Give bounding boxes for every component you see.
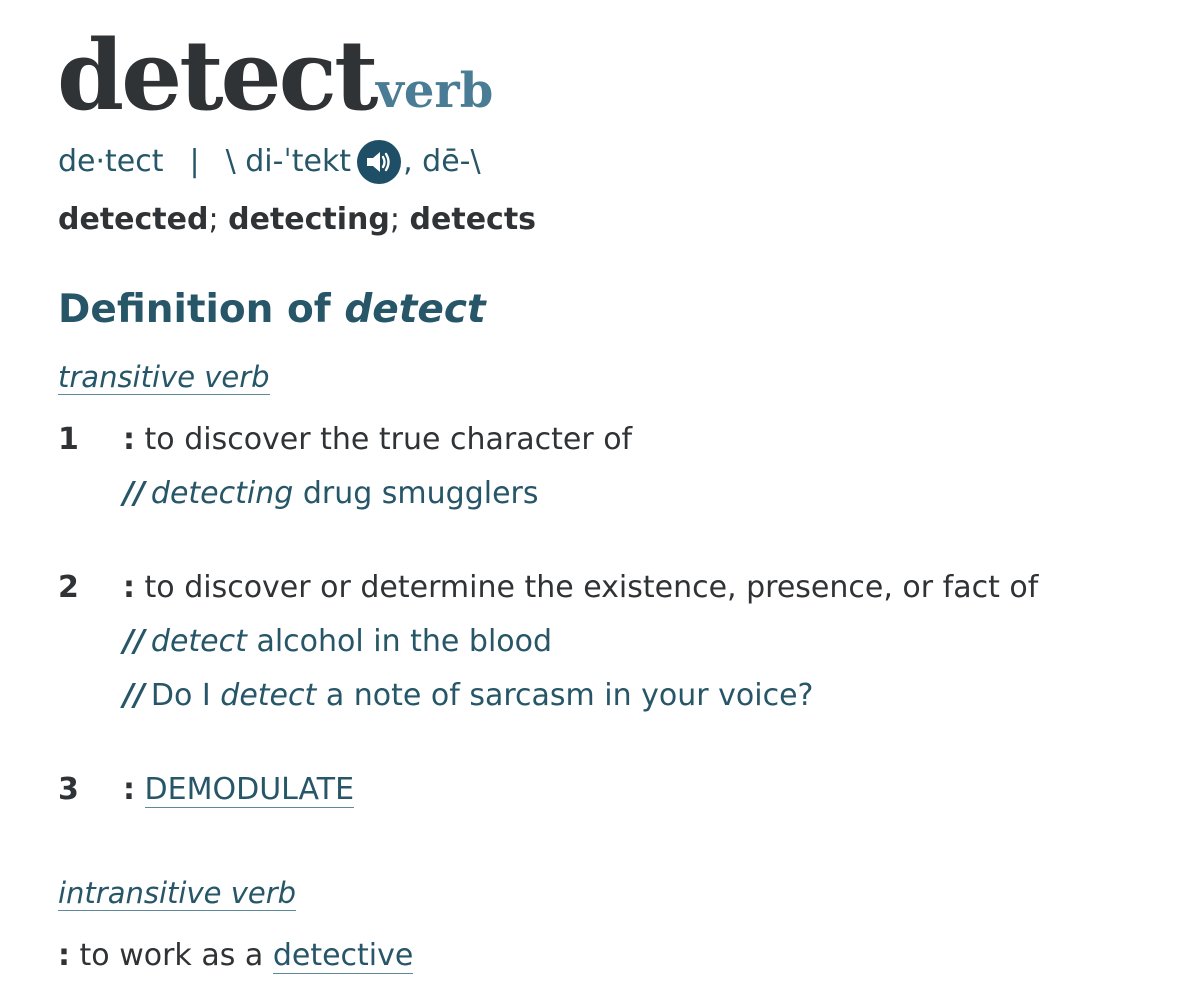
example-sentence: //detecting drug smugglers (123, 476, 539, 511)
detective-link[interactable]: detective (272, 938, 414, 974)
sense-number: 3 (58, 772, 79, 807)
inflections: detected; detecting; detects (58, 202, 537, 237)
intransitive-verb-link[interactable]: intransitive verb (58, 876, 297, 911)
example-sentence: //detect alcohol in the blood (123, 624, 553, 659)
sense-definition: : to discover the true character of (123, 422, 633, 457)
definition-heading: Definition of detect (58, 287, 486, 332)
inflection-third-person: detects (409, 202, 537, 237)
speaker-icon[interactable] (357, 140, 402, 184)
sense-definition: : DEMODULATE (123, 772, 355, 808)
sense-number: 1 (58, 422, 79, 457)
sense-definition: : to work as a detective (58, 938, 414, 974)
headword: detect (57, 19, 378, 132)
definition-heading-word: detect (344, 287, 486, 332)
function-label[interactable]: verb (376, 58, 493, 124)
intransitive-section: intransitive verb (58, 874, 297, 912)
transitive-section: transitive verb (58, 358, 270, 396)
inflection-present-participle: detecting (228, 202, 390, 237)
sense-number: 2 (58, 570, 79, 605)
pronunciation-line: de·tect | \ di-ˈtekt , dē-\ (58, 140, 481, 184)
example-sentence: //Do I detect a note of sarcasm in your … (123, 678, 814, 713)
pronunciation-open: \ di-ˈtekt (225, 144, 352, 179)
demodulate-link[interactable]: DEMODULATE (144, 772, 355, 808)
transitive-verb-link[interactable]: transitive verb (58, 360, 270, 395)
pronunciation-close: , dē-\ (403, 144, 481, 179)
sense-definition: : to discover or determine the existence… (123, 570, 1039, 605)
separator: | (189, 144, 200, 179)
hyphenation: de·tect (58, 144, 164, 179)
inflection-past: detected (58, 202, 209, 237)
